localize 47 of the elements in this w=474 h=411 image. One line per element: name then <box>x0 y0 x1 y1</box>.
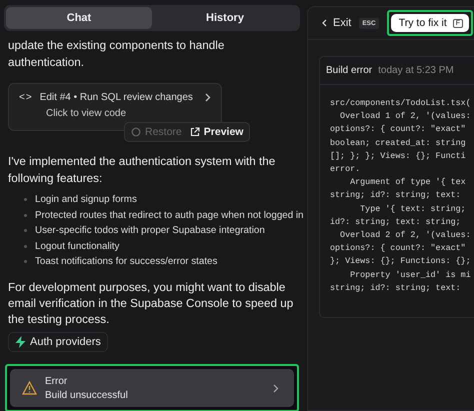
bullet-icon <box>24 229 27 232</box>
code-line: boolean; created_at: string <box>330 136 467 150</box>
code-line: []; }; }; Views: {}; Functi <box>330 150 467 163</box>
feature-item: Toast notifications for success/error states <box>35 255 218 269</box>
exit-button[interactable]: Exit <box>322 17 352 29</box>
chevron-right-icon <box>205 93 211 102</box>
code-line: }; Views: {}; Functions: {}; <box>330 255 472 268</box>
feature-item: User-specific todos with proper Supabase integration <box>35 224 265 238</box>
chevron-left-icon <box>322 19 327 27</box>
warning-icon <box>22 381 37 395</box>
code-line: Argument of type '{ tex <box>349 176 467 190</box>
edit-title: Edit #4 • Run SQL review changes <box>40 92 194 103</box>
bullet-icon <box>24 260 27 264</box>
lightning-icon <box>15 336 26 348</box>
external-link-icon <box>190 127 200 137</box>
feature-item: Protected routes that redirect to auth page when not logged in <box>35 208 304 222</box>
error-message: Build unsuccessful <box>45 390 129 400</box>
code-line: string; id?: string; text: <box>330 189 462 202</box>
code-glyph: <> <box>19 92 33 103</box>
bullet-icon <box>24 214 27 217</box>
auth-providers-chip[interactable]: Auth providers <box>8 332 108 352</box>
message-text: I've implemented the authentication system with the following features: <box>8 154 276 187</box>
code-line: id?: string; text: string; <box>330 216 462 229</box>
code-line: Overload 2 of 2, '(values: <box>339 229 472 242</box>
error-title: Error <box>45 376 68 386</box>
bullet-icon <box>24 244 27 248</box>
message-text: For development purposes, you might want to disable email verification in the Supabase Console to speed up the testing process. <box>8 280 294 328</box>
tab[interactable]: History <box>152 7 298 29</box>
card-title: Build error <box>326 65 372 76</box>
message-text: update the existing components to handle authentication. <box>8 38 226 71</box>
tab[interactable]: Chat <box>6 7 152 29</box>
feature-item: Logout functionality <box>35 240 120 254</box>
code-line: src/components/TodoList.tsx( <box>330 97 472 110</box>
feature-item: Login and signup forms <box>35 193 137 207</box>
code-line: string; id?: string; text: <box>330 282 462 295</box>
code-line: Type '{ text: string; <box>359 202 467 216</box>
code-line: Overload 1 of 2, '(values: <box>339 110 472 124</box>
code-line: Property 'user_id' is mi <box>349 268 472 282</box>
timestamp: today at 5:23 PM <box>378 65 454 76</box>
chevron-right-icon <box>273 384 279 392</box>
code-line: options?: { count?: "exact" <box>330 242 467 256</box>
code-line: options?: { count?: "exact" <box>330 123 467 136</box>
error-card[interactable]: Error Build unsuccessful <box>10 368 294 406</box>
code-line: error. <box>330 163 362 176</box>
edit-subtitle: Click to view code <box>46 108 126 119</box>
bullet-icon <box>24 198 27 202</box>
restore-icon <box>131 127 141 137</box>
